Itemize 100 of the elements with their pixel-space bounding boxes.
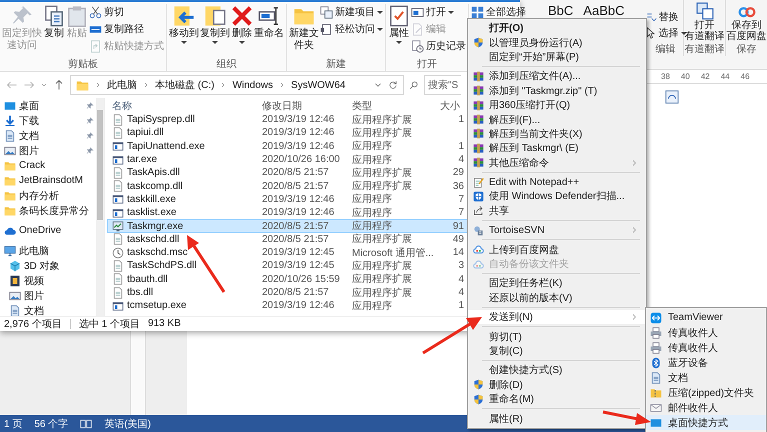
nav-item[interactable]: 图片: [0, 143, 96, 158]
nav-item[interactable]: 图片: [0, 288, 96, 303]
nav-item[interactable]: OneDrive: [0, 223, 96, 238]
menu-item[interactable]: 属性(R): [468, 411, 646, 426]
ribbon-button[interactable]: 复制到: [200, 4, 230, 45]
breadcrumb[interactable]: 本地磁盘 (C:): [155, 78, 214, 92]
save-to-cloud-button[interactable]: 保存到 百度网盘: [726, 0, 766, 43]
search-icon[interactable]: [409, 80, 419, 90]
nav-item[interactable]: 桌面: [0, 98, 96, 113]
chevron-icon[interactable]: [142, 81, 150, 89]
chevron-down-icon[interactable]: [40, 81, 48, 89]
ribbon-button[interactable]: 历史记录: [411, 39, 466, 53]
menu-item[interactable]: 删除(D): [468, 378, 646, 392]
layout-options-icon[interactable]: [665, 90, 679, 104]
file-row[interactable]: taskcomp.dll 2020/8/5 21:57 应用程序扩展 36: [107, 179, 468, 193]
nav-item[interactable]: 此电脑: [0, 243, 96, 258]
language[interactable]: 英语(美国): [104, 416, 151, 430]
nav-item[interactable]: 3D 对象: [0, 258, 96, 273]
book-icon[interactable]: [80, 418, 92, 430]
menu-item[interactable]: 发送到(N): [468, 310, 646, 324]
ribbon-button[interactable]: 复制路径: [89, 22, 164, 36]
nav-item[interactable]: 内存分析: [0, 188, 96, 203]
menu-item[interactable]: 压缩(zipped)文件夹: [646, 385, 766, 400]
file-date: 2019/3/19 12:46: [262, 300, 336, 312]
breadcrumb[interactable]: Windows: [232, 80, 274, 90]
up-arrow-icon[interactable]: [53, 79, 65, 91]
ribbon-button[interactable]: 替换: [644, 10, 686, 24]
menu-item[interactable]: 解压到 Taskmgr\ (E): [468, 141, 646, 156]
menu-item[interactable]: 传真收件人: [646, 325, 766, 340]
file-row[interactable]: tbauth.dll 2020/10/26 15:59 应用程序扩展 4: [107, 272, 468, 286]
address-bar[interactable]: 此电脑 本地磁盘 (C:) Windows SysWOW64: [70, 75, 404, 95]
column-header[interactable]: 类型: [352, 98, 440, 112]
menu-item[interactable]: 桌面快捷方式: [646, 415, 766, 430]
menu-item[interactable]: 其他压缩命令: [468, 156, 646, 170]
menu-item[interactable]: 传真收件人: [646, 340, 766, 355]
refresh-icon[interactable]: [388, 80, 398, 90]
nav-item[interactable]: 文档: [0, 128, 96, 143]
menu-item[interactable]: 固定到任务栏(K): [468, 276, 646, 291]
ribbon-button[interactable]: 移动到: [169, 4, 199, 45]
column-header[interactable]: 大小: [440, 98, 464, 112]
menu-item[interactable]: 以管理员身份运行(A): [468, 35, 646, 50]
menu-item[interactable]: 打开(O): [468, 21, 646, 36]
file-row[interactable]: TaskApis.dll 2020/8/5 21:57 应用程序扩展 29: [107, 166, 468, 180]
menu-item[interactable]: 解压到当前文件夹(X): [468, 126, 646, 142]
menu-item[interactable]: 还原以前的版本(V): [468, 290, 646, 306]
file-row[interactable]: taskschd.msc 2019/3/19 12:45 Microsoft 通用管... 14: [107, 246, 468, 260]
search-field[interactable]: 搜索"S: [424, 75, 461, 95]
menu-item[interactable]: 解压到(F)...: [468, 112, 646, 127]
file-row[interactable]: TapiUnattend.exe 2019/3/19 12:46 应用程序 1: [107, 140, 468, 153]
nav-item[interactable]: 条码长度异常分: [0, 203, 96, 218]
nav-item[interactable]: 下载: [0, 113, 96, 128]
nav-item[interactable]: Crack: [0, 158, 96, 173]
ribbon-button[interactable]: 重命名: [254, 4, 284, 41]
file-row[interactable]: tasklist.exe 2019/3/19 12:46 应用程序 7: [107, 206, 468, 220]
menu-item[interactable]: Edit with Notepad++: [468, 174, 646, 190]
menu-item[interactable]: 固定到“开始”屏幕(P): [468, 50, 646, 64]
style-preview[interactable]: AaBbC: [583, 3, 624, 18]
file-row[interactable]: Taskmgr.exe 2020/8/5 21:57 应用程序 91: [107, 219, 468, 233]
nav-item[interactable]: JetBrainsdotM: [0, 173, 96, 188]
menu-item[interactable]: 上传到百度网盘: [468, 242, 646, 257]
translate-button[interactable]: 打开 有道翻译: [684, 0, 724, 43]
file-row[interactable]: TaskSchdPS.dll 2019/3/19 12:45 应用程序扩展 3: [107, 259, 468, 273]
ribbon-button[interactable]: 轻松访问: [320, 22, 383, 36]
menu-item[interactable]: 共享: [468, 204, 646, 218]
ribbon-button[interactable]: 复制: [43, 4, 65, 41]
menu-item[interactable]: 蓝牙设备: [646, 355, 766, 370]
menu-item[interactable]: 文档: [646, 370, 766, 385]
menu-item[interactable]: 用360压缩打开(Q): [468, 98, 646, 112]
breadcrumb[interactable]: SysWOW64: [291, 80, 346, 90]
ribbon-button[interactable]: 新建文件夹: [289, 4, 319, 53]
nav-item[interactable]: 文档: [0, 303, 96, 318]
ribbon-button[interactable]: 属性: [388, 4, 410, 45]
menu-item[interactable]: 重命名(M): [468, 392, 646, 406]
ribbon-button[interactable]: 新建项目: [320, 5, 383, 19]
column-header[interactable]: 修改日期: [262, 98, 352, 112]
menu-item[interactable]: 使用 Windows Defender扫描...: [468, 189, 646, 204]
menu-item[interactable]: 剪切(T): [468, 329, 646, 344]
menu-item[interactable]: 复制(C): [468, 344, 646, 358]
ribbon-button[interactable]: 剪切: [89, 5, 164, 19]
style-preview[interactable]: BbC: [548, 3, 574, 18]
file-row[interactable]: tapiui.dll 2019/3/19 12:46 应用程序扩展: [107, 126, 468, 140]
menu-item[interactable]: 创建快捷方式(S): [468, 363, 646, 378]
menu-item[interactable]: 添加到压缩文件(A)...: [468, 69, 646, 84]
file-row[interactable]: tar.exe 2020/10/26 16:00 应用程序 4: [107, 152, 468, 166]
ribbon-button[interactable]: 删除: [231, 4, 253, 45]
file-row[interactable]: taskkill.exe 2019/3/19 12:46 应用程序 7: [107, 192, 468, 206]
breadcrumb[interactable]: 此电脑: [107, 78, 137, 92]
file-row[interactable]: taskschd.dll 2020/8/5 21:57 应用程序扩展 49: [107, 232, 468, 246]
menu-item[interactable]: TortoiseSVN: [468, 223, 646, 238]
ribbon-button[interactable]: 打开: [411, 5, 466, 19]
menu-item[interactable]: 添加到 "Taskmgr.zip" (T): [468, 84, 646, 98]
scrollbar[interactable]: [96, 98, 104, 316]
file-row[interactable]: tbs.dll 2020/8/5 21:57 应用程序扩展 4: [107, 286, 468, 300]
chevron-icon[interactable]: [94, 81, 102, 89]
menu-item[interactable]: TeamViewer: [646, 310, 766, 325]
file-row[interactable]: tcmsetup.exe 2019/3/19 12:46 应用程序 1: [107, 299, 468, 312]
nav-item[interactable]: 视频: [0, 273, 96, 288]
menu-item[interactable]: 邮件收件人: [646, 400, 766, 415]
column-header[interactable]: 名称: [112, 98, 262, 112]
file-row[interactable]: TapiSysprep.dll 2019/3/19 12:46 应用程序扩展 1: [107, 113, 468, 126]
